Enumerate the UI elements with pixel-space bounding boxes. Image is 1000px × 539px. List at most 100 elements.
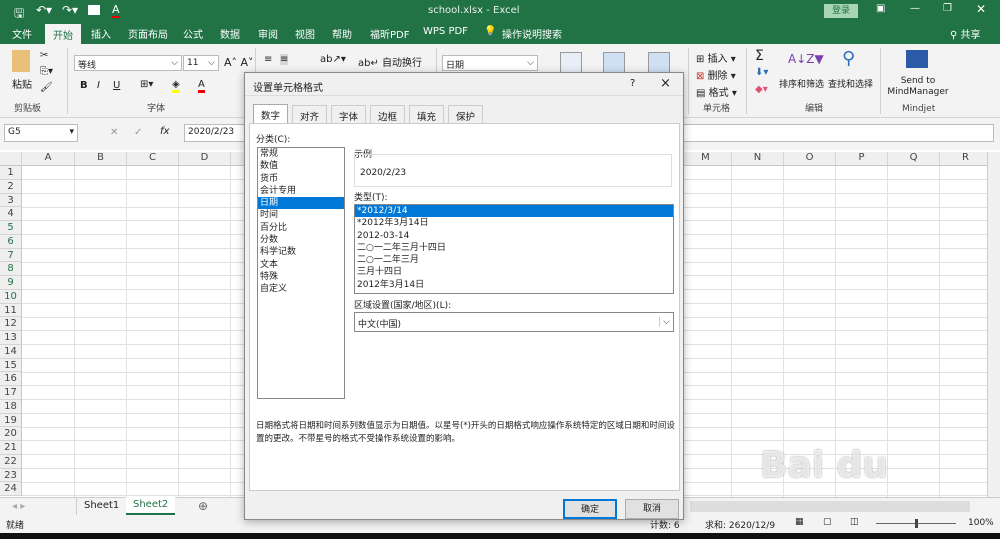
tab-file[interactable]: 文件	[12, 26, 32, 41]
cut-icon[interactable]: ✂	[40, 50, 48, 61]
row-header[interactable]: 24	[0, 482, 22, 496]
row-header[interactable]: 21	[0, 441, 22, 455]
column-header[interactable]: M	[680, 152, 732, 166]
conditional-format-icon[interactable]	[560, 52, 582, 74]
column-header[interactable]: Q	[888, 152, 940, 166]
type-item[interactable]: *2012/3/14	[355, 205, 673, 218]
zoom-level[interactable]: 100%	[968, 518, 994, 528]
tab-page-layout[interactable]: 页面布局	[128, 26, 168, 41]
ribbon-display-icon[interactable]: ▣	[876, 3, 885, 14]
send-to-mindmanager-button[interactable]: Send to MindManager	[886, 76, 950, 98]
insert-cells-button[interactable]: ⊞ 插入 ▾	[696, 50, 736, 65]
help-button[interactable]: ?	[630, 78, 635, 89]
insert-function-button[interactable]: fx	[160, 126, 169, 137]
clear-icon[interactable]: ◆▾	[755, 84, 768, 95]
row-header[interactable]: 22	[0, 454, 22, 469]
row-header[interactable]: 13	[0, 331, 22, 345]
dialog-tab-number[interactable]: 数字	[253, 104, 289, 124]
column-header[interactable]: A	[22, 152, 75, 166]
column-header[interactable]: P	[836, 152, 888, 166]
category-item[interactable]: 时间	[258, 209, 344, 221]
redo-icon[interactable]: ↷▾	[62, 3, 78, 17]
dialog-tab-fill[interactable]: 填充	[409, 105, 445, 123]
dialog-tab-protection[interactable]: 保护	[448, 105, 484, 123]
category-item[interactable]: 日期	[258, 197, 344, 210]
autosum-button[interactable]: Σ	[755, 48, 764, 64]
border-icon[interactable]: ⊞▾	[140, 79, 153, 90]
login-button[interactable]: 登录	[824, 4, 858, 18]
cancel-button[interactable]: 取消	[625, 499, 679, 519]
tab-view[interactable]: 视图	[295, 26, 315, 41]
bold-button[interactable]: B	[80, 80, 88, 91]
row-header[interactable]: 18	[0, 399, 22, 414]
category-item[interactable]: 会计专用	[258, 185, 344, 197]
tab-foxit-pdf[interactable]: 福昕PDF	[370, 26, 409, 41]
sheet-tab-sheet1[interactable]: Sheet1	[76, 498, 128, 515]
type-item[interactable]: 2012-03-14	[355, 230, 673, 242]
select-all-corner[interactable]	[0, 152, 22, 166]
number-format-select[interactable]: 日期 ⌵	[442, 55, 538, 71]
row-header[interactable]: 2	[0, 179, 22, 194]
font-color-icon[interactable]: A	[198, 79, 205, 93]
find-select-button[interactable]: 查找和选择	[828, 77, 873, 90]
restore-icon[interactable]: ❐	[943, 3, 952, 14]
row-header[interactable]: 20	[0, 427, 22, 441]
format-cells-button[interactable]: ▤ 格式 ▾	[696, 84, 737, 99]
align-top-icon[interactable]: ≡	[264, 54, 272, 65]
copy-icon[interactable]: ⎘▾	[40, 66, 53, 77]
cancel-formula-icon[interactable]: ✕	[110, 127, 118, 138]
dialog-close-button[interactable]: ×	[660, 76, 671, 91]
type-list[interactable]: *2012/3/14 *2012年3月14日 2012-03-14 二○一二年三月十四…	[354, 204, 674, 294]
row-header[interactable]: 11	[0, 303, 22, 318]
row-header[interactable]: 3	[0, 193, 22, 208]
format-painter-icon[interactable]: 🖌	[40, 82, 53, 93]
name-box[interactable]: G5 ▾	[4, 124, 78, 142]
dialog-tab-alignment[interactable]: 对齐	[292, 105, 328, 123]
page-break-view-icon[interactable]: ◫	[850, 517, 859, 527]
font-color-qat-icon[interactable]: A	[112, 3, 120, 18]
vertical-scrollbar[interactable]	[987, 152, 1000, 497]
type-item[interactable]: 三月十四日	[355, 266, 673, 278]
type-item[interactable]: *2012年3月14日	[355, 217, 673, 229]
type-item[interactable]: 二○一二年三月	[355, 254, 673, 266]
row-header[interactable]: 4	[0, 207, 22, 221]
underline-button[interactable]: U	[113, 80, 120, 91]
row-header[interactable]: 10	[0, 289, 22, 304]
grow-font-icon[interactable]: A˄ A˅	[224, 56, 254, 69]
sheet-nav-arrows[interactable]: ◂ ▸	[12, 501, 25, 512]
cell-styles-icon[interactable]	[648, 52, 670, 74]
tab-home[interactable]: 开始	[45, 24, 81, 44]
tab-wps-pdf[interactable]: WPS PDF	[423, 26, 468, 37]
tab-review[interactable]: 审阅	[258, 26, 278, 41]
column-header[interactable]: D	[179, 152, 231, 166]
fill-icon[interactable]: ⬇▾	[755, 67, 768, 78]
category-item[interactable]: 分数	[258, 234, 344, 246]
table-format-icon[interactable]	[603, 52, 625, 74]
row-header[interactable]: 16	[0, 372, 22, 386]
italic-button[interactable]: I	[97, 80, 100, 91]
row-header[interactable]: 1	[0, 166, 22, 180]
category-item[interactable]: 科学记数	[258, 246, 344, 258]
category-item[interactable]: 文本	[258, 259, 344, 271]
align-middle-icon[interactable]: ≡	[280, 54, 289, 65]
column-header[interactable]: C	[127, 152, 179, 166]
paste-button[interactable]: 粘贴	[12, 76, 32, 91]
category-item[interactable]: 自定义	[258, 283, 344, 295]
tab-data[interactable]: 数据	[220, 26, 240, 41]
type-item[interactable]: 二○一二年三月十四日	[355, 242, 673, 254]
tab-insert[interactable]: 插入	[91, 26, 111, 41]
wrap-text-button[interactable]: ab↵ 自动换行	[358, 54, 422, 69]
row-header[interactable]: 7	[0, 248, 22, 263]
row-header[interactable]: 17	[0, 386, 22, 400]
tab-help[interactable]: 帮助	[332, 26, 352, 41]
zoom-slider-thumb[interactable]	[915, 519, 918, 528]
row-header[interactable]: 5	[0, 221, 22, 235]
orientation-icon[interactable]: ab↗▾	[320, 54, 346, 65]
page-layout-view-icon[interactable]: ▢	[823, 517, 832, 527]
category-item[interactable]: 百分比	[258, 222, 344, 234]
minimize-icon[interactable]: —	[910, 3, 920, 14]
locale-select[interactable]: 中文(中国) ⌵	[354, 312, 674, 332]
row-header[interactable]: 19	[0, 413, 22, 428]
tab-formulas[interactable]: 公式	[183, 26, 203, 41]
share-button[interactable]: ⚲ 共享	[950, 26, 981, 41]
